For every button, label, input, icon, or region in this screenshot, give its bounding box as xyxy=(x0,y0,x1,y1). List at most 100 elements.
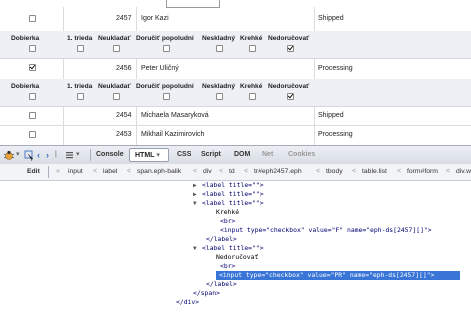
column-divider xyxy=(314,107,315,125)
html-tree: ▶ <label title=""> ▶ <label title=""> ▼ … xyxy=(0,181,471,320)
expand-icon[interactable]: ▶ xyxy=(193,182,197,189)
back-icon[interactable]: ‹ xyxy=(37,146,40,164)
scroll-left-icon[interactable]: « xyxy=(56,164,60,180)
chevron-left-icon: < xyxy=(244,168,249,175)
text-node[interactable]: Nedoručovať xyxy=(216,253,258,262)
tree-node[interactable]: <br> xyxy=(220,262,235,271)
tab-css[interactable]: CSS xyxy=(177,146,191,164)
option-checkbox[interactable] xyxy=(216,93,223,100)
option-label: Nedoručovať xyxy=(268,83,310,90)
order-id: 2454 xyxy=(116,112,132,119)
expand-icon[interactable]: ▶ xyxy=(193,191,197,198)
chevron-left-icon: < xyxy=(397,168,402,175)
option-checkbox[interactable] xyxy=(287,93,294,100)
tab-cookies[interactable]: Cookies xyxy=(288,146,315,164)
option-checkbox[interactable] xyxy=(287,45,294,52)
option-checkbox[interactable] xyxy=(113,93,120,100)
option-checkbox[interactable] xyxy=(249,45,256,52)
bug-icon[interactable] xyxy=(3,146,15,164)
devtools-toolbar: ▾ ‹ › | ▾ Console HTML ▾ CSS Script DOM … xyxy=(0,145,471,165)
breadcrumb-item[interactable]: form#form xyxy=(407,164,438,180)
column-divider xyxy=(314,7,315,31)
tree-node[interactable]: <input type="checkbox" value="F" name="e… xyxy=(220,226,432,235)
option-label: Neskladný xyxy=(202,83,235,90)
edit-button[interactable]: Edit xyxy=(27,164,40,180)
row-select-checkbox[interactable] xyxy=(29,131,36,138)
tree-node[interactable]: </div> xyxy=(176,298,199,307)
text-node[interactable]: Krehké xyxy=(216,208,239,217)
row-select-checkbox[interactable] xyxy=(29,15,36,22)
column-divider xyxy=(136,7,137,31)
chevron-down-icon[interactable]: ▾ xyxy=(154,152,160,159)
option-checkbox[interactable] xyxy=(163,93,170,100)
menu-icon[interactable] xyxy=(65,146,74,164)
tree-node[interactable]: </label> xyxy=(206,280,237,289)
tab-script[interactable]: Script xyxy=(201,146,221,164)
option-checkbox[interactable] xyxy=(77,93,84,100)
forward-icon[interactable]: › xyxy=(46,146,49,164)
table-row[interactable]: 2457 Igor Kazi Shipped xyxy=(0,7,471,32)
table-row[interactable]: 2454 Michaela Masaryková Shipped xyxy=(0,107,471,126)
chevron-left-icon: < xyxy=(93,168,98,175)
breadcrumb-item[interactable]: table.list xyxy=(362,164,387,180)
tree-node[interactable]: <br> xyxy=(220,217,235,226)
tree-node[interactable]: <label title=""> xyxy=(202,190,264,199)
column-divider xyxy=(136,107,137,125)
option-checkbox[interactable] xyxy=(163,45,170,52)
collapse-icon[interactable]: ▼ xyxy=(193,245,197,252)
customer-name[interactable]: Peter Uličný xyxy=(141,65,179,72)
collapse-icon[interactable]: ▼ xyxy=(193,200,197,207)
option-label: 1. trieda xyxy=(67,83,93,90)
tab-console[interactable]: Console xyxy=(96,146,124,164)
column-divider xyxy=(314,59,315,79)
selected-tree-node[interactable]: <input type="checkbox" value="PR" name="… xyxy=(216,271,460,280)
column-divider xyxy=(136,126,137,145)
row-select-checkbox[interactable] xyxy=(29,64,36,71)
customer-name[interactable]: Michaela Masaryková xyxy=(141,112,209,119)
option-label: Doručiť popoludní xyxy=(136,35,194,42)
tree-node[interactable]: <label title=""> xyxy=(202,181,264,190)
chevron-down-icon[interactable]: ▾ xyxy=(76,146,80,164)
devtools-panel: ▾ ‹ › | ▾ Console HTML ▾ CSS Script DOM … xyxy=(0,145,471,320)
inspect-icon[interactable] xyxy=(24,146,34,164)
customer-name[interactable]: Igor Kazi xyxy=(141,15,169,22)
breadcrumb-item[interactable]: input xyxy=(68,164,83,180)
table-row[interactable]: 2453 Mikhail Kazimirovich Processing xyxy=(0,126,471,146)
row-select-checkbox[interactable] xyxy=(29,112,36,119)
column-divider xyxy=(136,59,137,79)
table-row[interactable]: 2456 Peter Uličný Processing xyxy=(0,59,471,80)
option-label: Nedoručovať xyxy=(268,35,310,42)
customer-name[interactable]: Mikhail Kazimirovich xyxy=(141,131,204,138)
order-status: Shipped xyxy=(318,112,344,119)
breadcrumb-item[interactable]: label xyxy=(103,164,117,180)
option-label: Krehké xyxy=(240,35,263,42)
tab-html[interactable]: HTML ▾ xyxy=(129,148,169,162)
chevron-left-icon: < xyxy=(219,168,224,175)
tab-dom[interactable]: DOM xyxy=(234,146,250,164)
breadcrumb-item[interactable]: tbody xyxy=(326,164,343,180)
option-label: Neukladať xyxy=(98,35,131,42)
column-divider xyxy=(63,7,64,31)
breadcrumb-item[interactable]: span.eph-balik xyxy=(137,164,181,180)
option-checkbox[interactable] xyxy=(77,45,84,52)
option-checkbox[interactable] xyxy=(113,45,120,52)
option-checkbox[interactable] xyxy=(249,93,256,100)
breadcrumb-item[interactable]: div.w xyxy=(456,164,471,180)
tree-node[interactable]: <label title=""> xyxy=(202,199,264,208)
option-checkbox[interactable] xyxy=(29,93,36,100)
option-checkbox[interactable] xyxy=(29,45,36,52)
tree-node[interactable]: </span> xyxy=(193,289,220,298)
option-label: Dobierka xyxy=(11,35,40,42)
option-label: Neukladať xyxy=(98,83,131,90)
chevron-left-icon: < xyxy=(127,168,132,175)
tab-net[interactable]: Net xyxy=(262,146,273,164)
option-checkbox[interactable] xyxy=(216,45,223,52)
chevron-down-icon[interactable]: ▾ xyxy=(16,146,20,164)
breadcrumb-item[interactable]: td xyxy=(229,164,235,180)
column-divider xyxy=(63,126,64,145)
tree-node[interactable]: <label title=""> xyxy=(202,244,264,253)
orders-table: 2457 Igor Kazi Shipped Dobierka 1. tried… xyxy=(0,0,471,130)
tree-node[interactable]: </label> xyxy=(206,235,237,244)
breadcrumb-item[interactable]: div xyxy=(203,164,212,180)
breadcrumb-item[interactable]: tr#eph2457.eph xyxy=(254,164,302,180)
